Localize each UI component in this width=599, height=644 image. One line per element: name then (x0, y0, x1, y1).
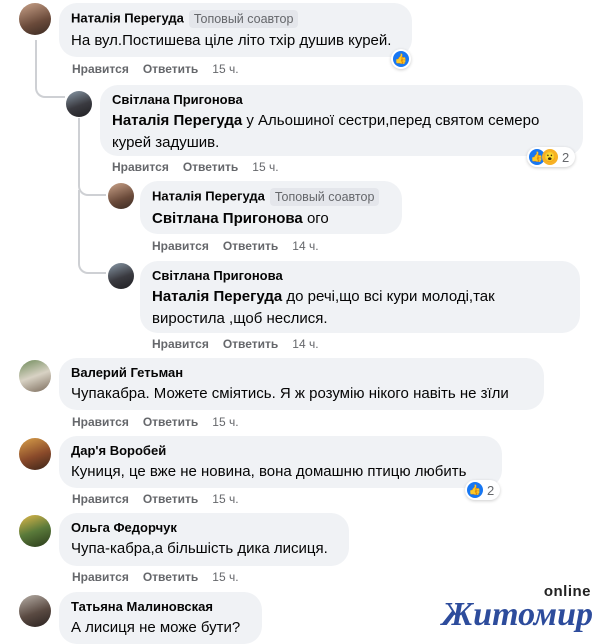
comment-text: Світлана Пригонова ого (152, 210, 329, 227)
thread-line (35, 40, 65, 98)
like-button[interactable]: Нравится (72, 492, 129, 506)
comment-actions: Нравится Ответить 15 ч. (72, 569, 253, 585)
top-contributor-badge: Топовый соавтор (188, 10, 299, 28)
avatar[interactable] (19, 595, 51, 627)
reply-button[interactable]: Ответить (183, 160, 238, 174)
mention-link[interactable]: Наталія Перегуда (152, 288, 282, 305)
logo-main-text: Житомир (441, 596, 593, 633)
avatar[interactable] (19, 438, 51, 470)
comment-bubble: Валерий Гетьман Чупакабра. Можете сміяти… (59, 358, 544, 410)
avatar[interactable] (19, 515, 51, 547)
reaction-count: 2 (562, 149, 570, 165)
avatar[interactable] (66, 91, 92, 117)
comment-author[interactable]: Наталія Перегуда Топовый соавтор (152, 188, 390, 206)
comment-author[interactable]: Дар'я Воробей (71, 443, 490, 459)
comment-actions: Нравится Ответить 15 ч. (72, 414, 253, 430)
zhytomyr-online-logo: online Житомир (433, 583, 593, 635)
timestamp[interactable]: 15 ч. (212, 492, 238, 506)
comment-bubble: Ольга Федорчук Чупа-кабра,а більшість ди… (59, 513, 349, 566)
timestamp[interactable]: 15 ч. (212, 62, 238, 76)
comment-author[interactable]: Валерий Гетьман (71, 365, 532, 381)
mention-link[interactable]: Наталія Перегуда (112, 112, 242, 129)
like-button[interactable]: Нравится (152, 337, 209, 351)
reply-button[interactable]: Ответить (223, 239, 278, 253)
reply-button[interactable]: Ответить (143, 62, 198, 76)
comment-bubble: Світлана Пригонова Наталія Перегуда у Ал… (100, 85, 583, 156)
comment-text: Наталія Перегуда до речі,що всі кури мол… (152, 288, 495, 327)
timestamp[interactable]: 15 ч. (252, 160, 278, 174)
comment-text: Чупакабра. Можете сміятись. Я ж розумію … (71, 385, 509, 402)
mention-link[interactable]: Світлана Пригонова (152, 210, 303, 227)
comment-text: Куниця, це вже не новина, вона домашню п… (71, 463, 467, 480)
comment-bubble: Наталія Перегуда Топовый соавтор На вул.П… (59, 3, 412, 57)
timestamp[interactable]: 15 ч. (212, 570, 238, 584)
comment-author[interactable]: Ольга Федорчук (71, 520, 337, 536)
comment-actions: Нравится Ответить 15 ч. (72, 491, 253, 507)
comment-author[interactable]: Наталія Перегуда Топовый соавтор (71, 10, 400, 28)
timestamp[interactable]: 14 ч. (292, 337, 318, 351)
like-button[interactable]: Нравится (152, 239, 209, 253)
reply-button[interactable]: Ответить (143, 492, 198, 506)
avatar[interactable] (19, 3, 51, 35)
reply-button[interactable]: Ответить (223, 337, 278, 351)
reaction-summary[interactable]: 👍 (391, 49, 411, 69)
comment-bubble: Татьяна Малиновская А лисиця не може бут… (59, 592, 262, 644)
avatar[interactable] (108, 263, 134, 289)
like-button[interactable]: Нравится (72, 570, 129, 584)
avatar[interactable] (108, 183, 134, 209)
thread-line (78, 190, 106, 274)
reply-button[interactable]: Ответить (143, 415, 198, 429)
comment-actions: Нравится Ответить 14 ч. (152, 238, 333, 254)
wow-reaction-icon: 😮 (542, 149, 558, 165)
like-button[interactable]: Нравится (72, 62, 129, 76)
comment-actions: Нравится Ответить 14 ч. (152, 336, 333, 352)
reaction-summary[interactable]: 👍 😮 2 (527, 147, 576, 167)
comment-text: А лисиця не може бути? (71, 619, 241, 636)
timestamp[interactable]: 14 ч. (292, 239, 318, 253)
reaction-count: 2 (487, 482, 495, 498)
top-contributor-badge: Топовый соавтор (269, 188, 380, 206)
comment-author[interactable]: Світлана Пригонова (152, 268, 568, 284)
like-button[interactable]: Нравится (112, 160, 169, 174)
reply-button[interactable]: Ответить (143, 570, 198, 584)
comment-author[interactable]: Татьяна Малиновская (71, 599, 250, 615)
comment-actions: Нравится Ответить 15 ч. (112, 159, 293, 175)
comment-text: Наталія Перегуда у Альошиної сестри,пере… (112, 112, 540, 151)
comment-bubble: Наталія Перегуда Топовый соавтор Світлана… (140, 181, 402, 234)
comment-actions: Нравится Ответить 15 ч. (72, 61, 253, 77)
avatar[interactable] (19, 360, 51, 392)
reaction-summary[interactable]: 👍 2 (465, 480, 501, 500)
comment-text: Чупа-кабра,а більшість дика лисиця. (71, 540, 328, 557)
comment-author[interactable]: Світлана Пригонова (112, 92, 571, 108)
like-button[interactable]: Нравится (72, 415, 129, 429)
like-reaction-icon: 👍 (393, 51, 409, 67)
like-reaction-icon: 👍 (467, 482, 483, 498)
comment-bubble: Світлана Пригонова Наталія Перегуда до р… (140, 261, 580, 333)
timestamp[interactable]: 15 ч. (212, 415, 238, 429)
comment-bubble: Дар'я Воробей Куниця, це вже не новина, … (59, 436, 502, 488)
comment-text: На вул.Постишева ціле літо тхір душив ку… (71, 32, 392, 49)
